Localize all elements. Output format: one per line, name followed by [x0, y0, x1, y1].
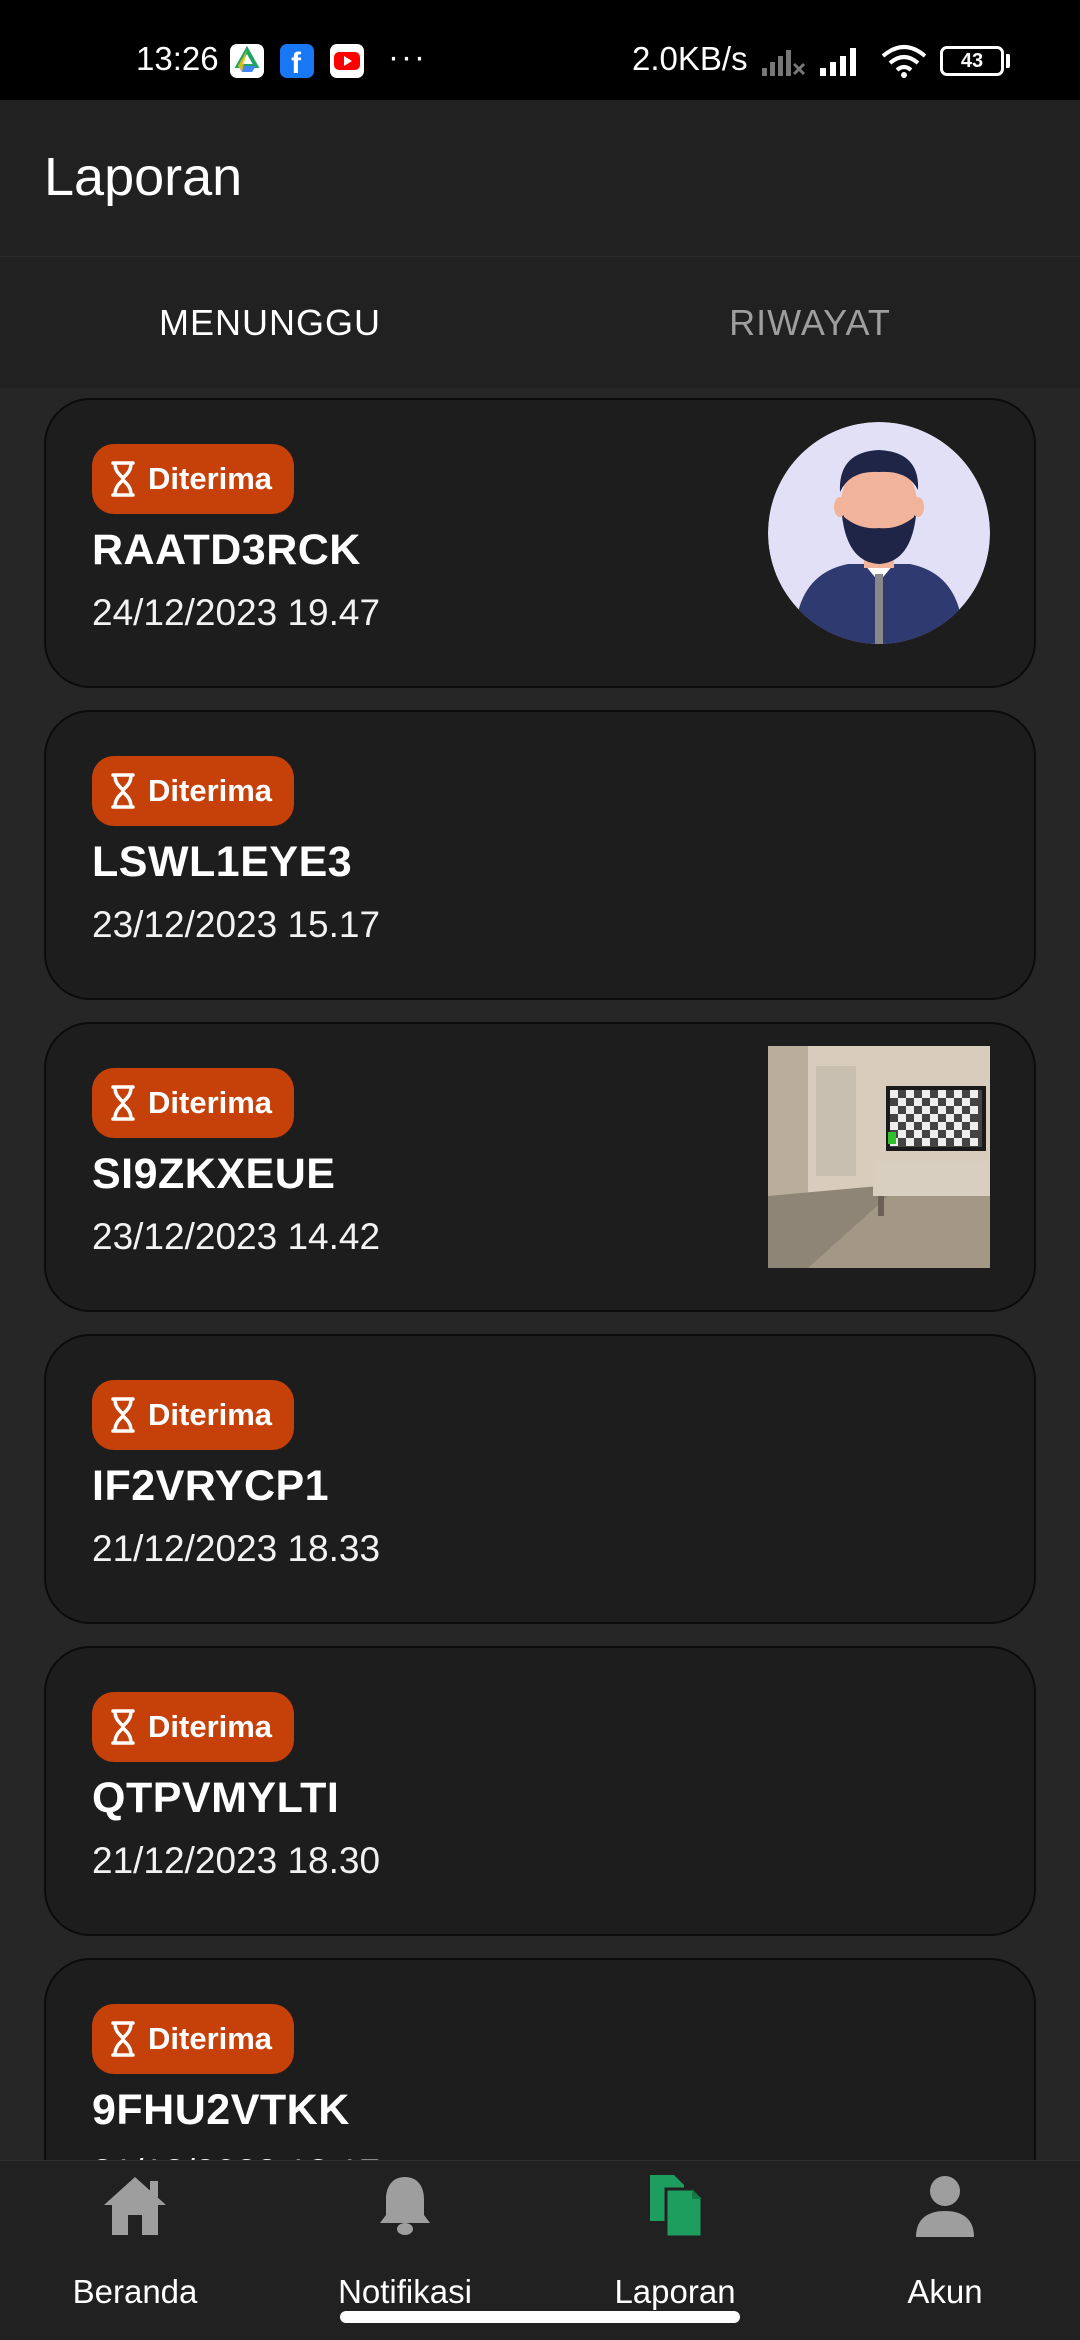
- status-badge: Diterima: [92, 1380, 295, 1450]
- report-date: 23/12/2023 14.42: [92, 1216, 381, 1257]
- hourglass-icon: [111, 773, 135, 809]
- network-speed: 2.0KB/s: [632, 40, 748, 77]
- status-time: 13:26: [136, 40, 219, 77]
- report-date: 21/12/2023 18.33: [92, 1528, 381, 1569]
- status-label: Diterima: [148, 1709, 273, 1744]
- report-code: RAATD3RCK: [92, 526, 361, 574]
- tab-riwayat[interactable]: RIWAYAT: [540, 257, 1080, 388]
- report-date: 21/12/2023 18.17: [92, 2152, 380, 2160]
- hourglass-icon: [111, 1397, 135, 1433]
- status-bar: 13:26 f ··· 2.0KB/s 43: [0, 0, 1080, 100]
- report-card[interactable]: Diterima IF2VRYCP1 21/12/2023 18.33: [44, 1334, 1036, 1624]
- page-title: Laporan: [44, 147, 243, 207]
- status-badge: Diterima: [92, 444, 295, 514]
- report-code: IF2VRYCP1: [92, 1462, 330, 1510]
- battery-tip: [1006, 54, 1010, 68]
- report-code: QTPVMYLTI: [92, 1774, 340, 1822]
- documents-icon: [650, 2175, 704, 2239]
- signal-icon: [818, 44, 866, 83]
- top-app-bar: Laporan: [0, 100, 1080, 256]
- google-drive-icon: [230, 44, 264, 78]
- youtube-icon: [330, 44, 364, 78]
- person-icon: [916, 2176, 974, 2237]
- report-card[interactable]: Diterima QTPVMYLTI 21/12/2023 18.30: [44, 1646, 1036, 1936]
- report-date: 21/12/2023 18.30: [92, 1840, 381, 1881]
- report-thumbnail-avatar: [768, 422, 990, 644]
- report-list[interactable]: Diterima RAATD3RCK 24/12/2023 19.47 Dite…: [0, 388, 1080, 2160]
- nav-label: Akun: [907, 2273, 983, 2310]
- tab-menunggu[interactable]: MENUNGGU: [0, 257, 540, 388]
- status-label: Diterima: [148, 461, 273, 496]
- status-badge: Diterima: [92, 1692, 295, 1762]
- hourglass-icon: [111, 461, 135, 497]
- status-label: Diterima: [148, 2021, 273, 2056]
- nav-label: Beranda: [72, 2273, 198, 2310]
- nav-akun[interactable]: Akun: [810, 2161, 1080, 2340]
- report-code: SI9ZKXEUE: [92, 1150, 336, 1198]
- report-code: 9FHU2VTKK: [92, 2086, 350, 2134]
- tab-bar: MENUNGGU RIWAYAT: [0, 256, 1080, 388]
- svg-text:f: f: [291, 47, 302, 78]
- nav-label: Notifikasi: [338, 2273, 472, 2310]
- status-badge: Diterima: [92, 1068, 295, 1138]
- more-notifications-icon: ···: [388, 38, 427, 75]
- report-card[interactable]: Diterima RAATD3RCK 24/12/2023 19.47: [44, 398, 1036, 688]
- report-code: LSWL1EYE3: [92, 838, 353, 886]
- signal-weak-icon: [760, 44, 808, 83]
- status-badge: Diterima: [92, 756, 295, 826]
- nav-beranda[interactable]: Beranda: [0, 2161, 270, 2340]
- report-date: 23/12/2023 15.17: [92, 904, 381, 945]
- status-label: Diterima: [148, 773, 273, 808]
- hourglass-icon: [111, 1709, 135, 1745]
- status-label: Diterima: [148, 1397, 273, 1432]
- report-card[interactable]: Diterima SI9ZKXEUE 23/12/2023 14.42: [44, 1022, 1036, 1312]
- battery-level: 43: [960, 50, 984, 72]
- hourglass-icon: [111, 1085, 135, 1121]
- report-card[interactable]: Diterima LSWL1EYE3 23/12/2023 15.17: [44, 710, 1036, 1000]
- nav-label: Laporan: [614, 2273, 736, 2310]
- status-badge: Diterima: [92, 2004, 295, 2074]
- report-card[interactable]: Diterima 9FHU2VTKK 21/12/2023 18.17: [44, 1958, 1036, 2160]
- status-label: Diterima: [148, 1085, 273, 1120]
- hourglass-icon: [111, 2021, 135, 2057]
- report-date: 24/12/2023 19.47: [92, 592, 381, 633]
- gesture-home-bar[interactable]: [340, 2311, 740, 2323]
- bell-icon: [380, 2177, 430, 2235]
- battery-icon: 43: [940, 46, 1004, 76]
- wifi-icon: [880, 44, 928, 83]
- home-icon: [104, 2177, 166, 2235]
- facebook-icon: f: [280, 44, 314, 80]
- report-thumbnail-photo: [768, 1046, 990, 1268]
